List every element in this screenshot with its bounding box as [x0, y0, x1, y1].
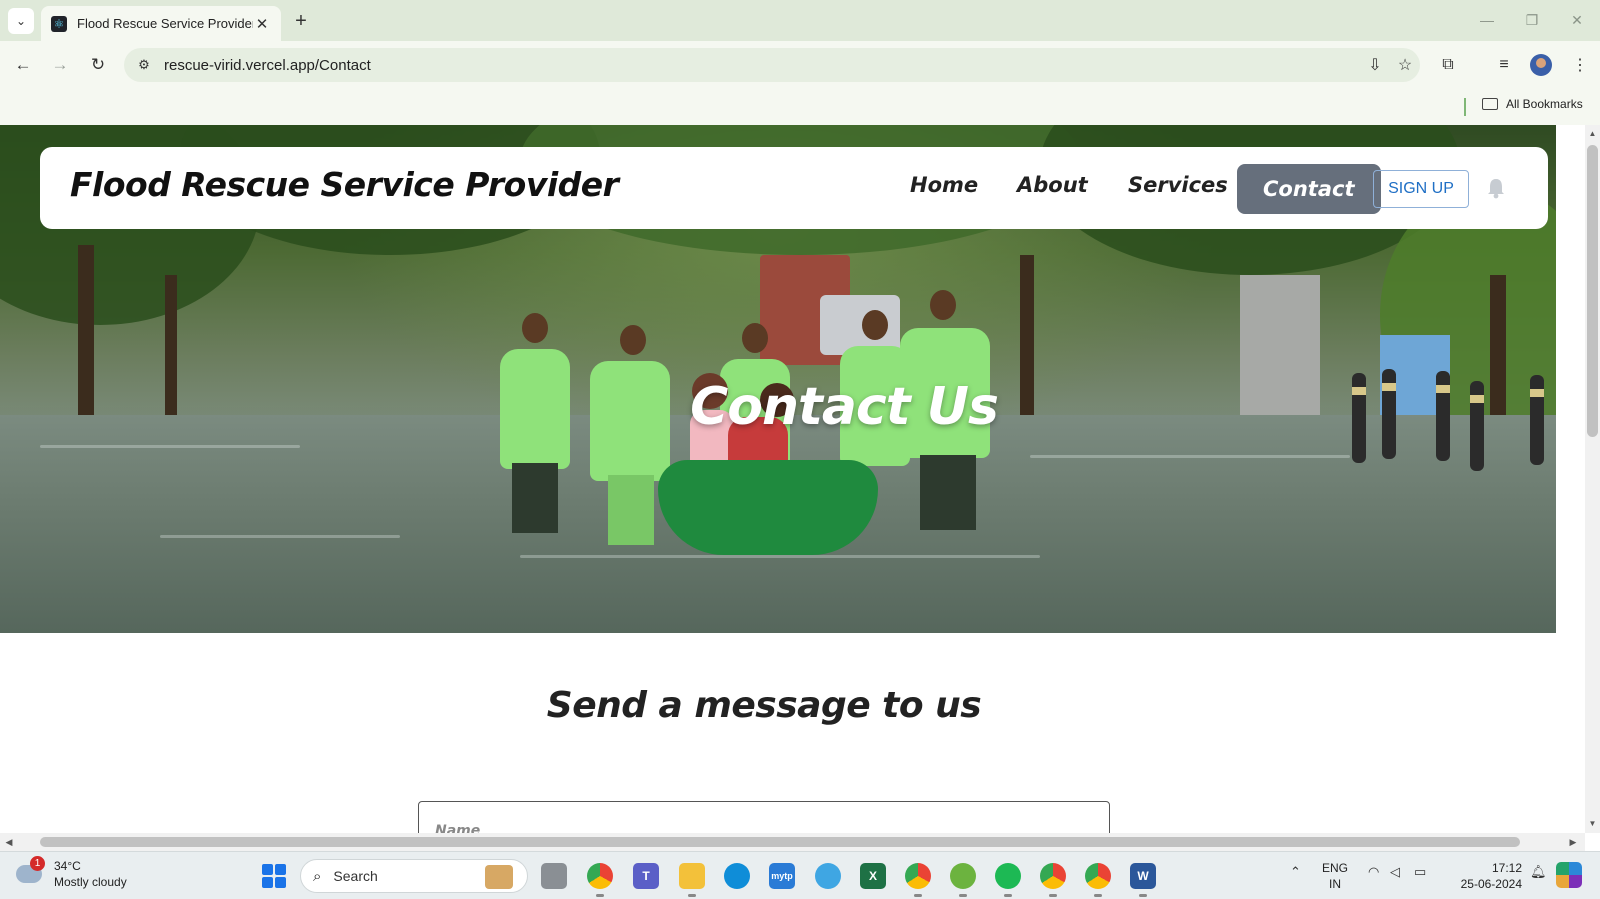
browser-tabbar: ⌄ ⚛ Flood Rescue Service Provider ✕ + — …: [0, 0, 1600, 41]
bell-icon[interactable]: [1486, 177, 1506, 199]
tray-overflow-chevron-icon[interactable]: ⌃: [1290, 864, 1301, 880]
utorrent-icon[interactable]: [950, 863, 976, 897]
nav-about[interactable]: About: [1017, 173, 1088, 197]
cloud-icon: 1: [16, 856, 45, 883]
new-tab-button[interactable]: +: [288, 8, 314, 34]
wifi-icon[interactable]: ◠: [1368, 864, 1379, 880]
reload-icon[interactable]: ↻: [84, 51, 112, 79]
language-code: ENG: [1322, 861, 1349, 875]
horizontal-scrollbar[interactable]: ◀ ▶: [0, 833, 1585, 851]
weather-widget[interactable]: 1 34°C Mostly cloudy: [16, 856, 127, 890]
site-info-icon[interactable]: ⚙: [134, 57, 154, 73]
notification-bell-icon[interactable]: 🔔︎: [1530, 864, 1547, 880]
url-text[interactable]: rescue-virid.vercel.app/Contact: [164, 57, 1360, 74]
browser-toolbar: ← → ↻ ⚙ rescue-virid.vercel.app/Contact …: [0, 41, 1600, 89]
water-ripple: [160, 535, 400, 538]
hero-title: Contact Us: [690, 377, 999, 437]
address-bar[interactable]: ⚙ rescue-virid.vercel.app/Contact ⇩ ☆: [124, 48, 1420, 82]
clock-time: 17:12: [1491, 861, 1522, 875]
bookmark-star-icon[interactable]: ☆: [1390, 55, 1420, 75]
tab-title: Flood Rescue Service Provider: [77, 16, 253, 31]
site-navbar: Flood Rescue Service Provider Home About…: [40, 147, 1548, 229]
media-queue-icon[interactable]: ≡: [1490, 51, 1518, 79]
battery-icon[interactable]: ▭: [1414, 864, 1426, 880]
search-label: Search: [333, 868, 378, 884]
signup-button[interactable]: SIGN UP: [1373, 170, 1469, 208]
language-indicator[interactable]: ENG IN: [1322, 860, 1348, 892]
site-brand-title[interactable]: Flood Rescue Service Provider: [70, 165, 619, 204]
search-highlight-icon: [485, 865, 513, 889]
notification-badge: 1: [30, 856, 45, 871]
chrome-profile-icon[interactable]: [815, 863, 841, 889]
chrome-profile-icon[interactable]: [1040, 863, 1066, 897]
water-ripple: [520, 555, 1040, 558]
tab-close-icon[interactable]: ✕: [253, 15, 271, 33]
section-title: Send a message to us: [546, 685, 982, 726]
windows-taskbar: 1 34°C Mostly cloudy ⌕ Search T mytp X W…: [0, 851, 1600, 899]
scroll-left-arrow-icon[interactable]: ◀: [2, 835, 16, 849]
water-ripple: [1030, 455, 1350, 458]
chrome-profile-icon[interactable]: [1085, 863, 1111, 897]
taskbar-clock[interactable]: 17:12 25-06-2024: [1450, 860, 1522, 892]
bookmarks-separator: [1464, 98, 1466, 116]
all-bookmarks-button[interactable]: All Bookmarks: [1482, 97, 1583, 111]
word-icon[interactable]: W: [1130, 863, 1156, 897]
back-arrow-icon[interactable]: ←: [9, 51, 37, 79]
excel-icon[interactable]: X: [860, 863, 886, 889]
region-code: IN: [1329, 877, 1341, 891]
minimize-icon[interactable]: —: [1472, 8, 1502, 32]
teams-icon[interactable]: T: [633, 863, 659, 889]
more-menu-icon[interactable]: ⋮: [1566, 51, 1594, 79]
close-window-icon[interactable]: ✕: [1562, 8, 1592, 32]
scroll-down-arrow-icon[interactable]: ▼: [1585, 817, 1600, 831]
extensions-puzzle-icon[interactable]: ⧉: [1434, 51, 1462, 79]
vertical-scrollbar[interactable]: ▲ ▼: [1585, 125, 1600, 833]
horizontal-scroll-thumb[interactable]: [40, 837, 1520, 847]
restore-icon[interactable]: ❐: [1517, 8, 1547, 32]
clock-date: 25-06-2024: [1460, 877, 1522, 891]
scroll-right-arrow-icon[interactable]: ▶: [1566, 835, 1580, 849]
folder-icon: [1482, 98, 1498, 110]
volume-icon[interactable]: ◁: [1390, 864, 1400, 880]
weather-condition: Mostly cloudy: [54, 875, 127, 889]
name-input[interactable]: [418, 801, 1110, 833]
file-explorer-icon[interactable]: [679, 863, 705, 897]
nav-services[interactable]: Services: [1128, 173, 1228, 197]
browser-tab-active[interactable]: ⚛ Flood Rescue Service Provider ✕: [41, 6, 281, 41]
water-ripple: [40, 445, 300, 448]
windows-start-icon[interactable]: [262, 864, 286, 888]
all-bookmarks-label: All Bookmarks: [1506, 97, 1583, 111]
chrome-profile-icon[interactable]: [905, 863, 931, 897]
react-favicon-icon: ⚛: [51, 15, 67, 32]
task-view-icon[interactable]: [541, 863, 567, 889]
rescue-boat: [658, 460, 878, 555]
bookmarks-bar: All Bookmarks: [0, 89, 1600, 125]
chrome-icon[interactable]: [587, 863, 613, 897]
nav-home[interactable]: Home: [910, 173, 978, 197]
vertical-scroll-thumb[interactable]: [1587, 145, 1598, 437]
nav-contact[interactable]: Contact: [1237, 164, 1381, 214]
mytp-app-icon[interactable]: mytp: [769, 863, 795, 889]
taskbar-search[interactable]: ⌕ Search: [300, 859, 528, 893]
install-app-icon[interactable]: ⇩: [1360, 55, 1390, 75]
scroll-up-arrow-icon[interactable]: ▲: [1585, 127, 1600, 141]
page-viewport: Flood Rescue Service Provider Home About…: [0, 125, 1585, 833]
search-icon: ⌕: [313, 867, 322, 885]
spotify-icon[interactable]: [995, 863, 1021, 897]
weather-temperature: 34°C: [54, 859, 81, 873]
profile-avatar[interactable]: [1530, 54, 1552, 76]
edge-icon[interactable]: [724, 863, 750, 889]
forward-arrow-icon[interactable]: →: [46, 51, 74, 79]
tab-search-chevron-icon[interactable]: ⌄: [8, 8, 34, 34]
copilot-icon[interactable]: [1556, 862, 1582, 888]
